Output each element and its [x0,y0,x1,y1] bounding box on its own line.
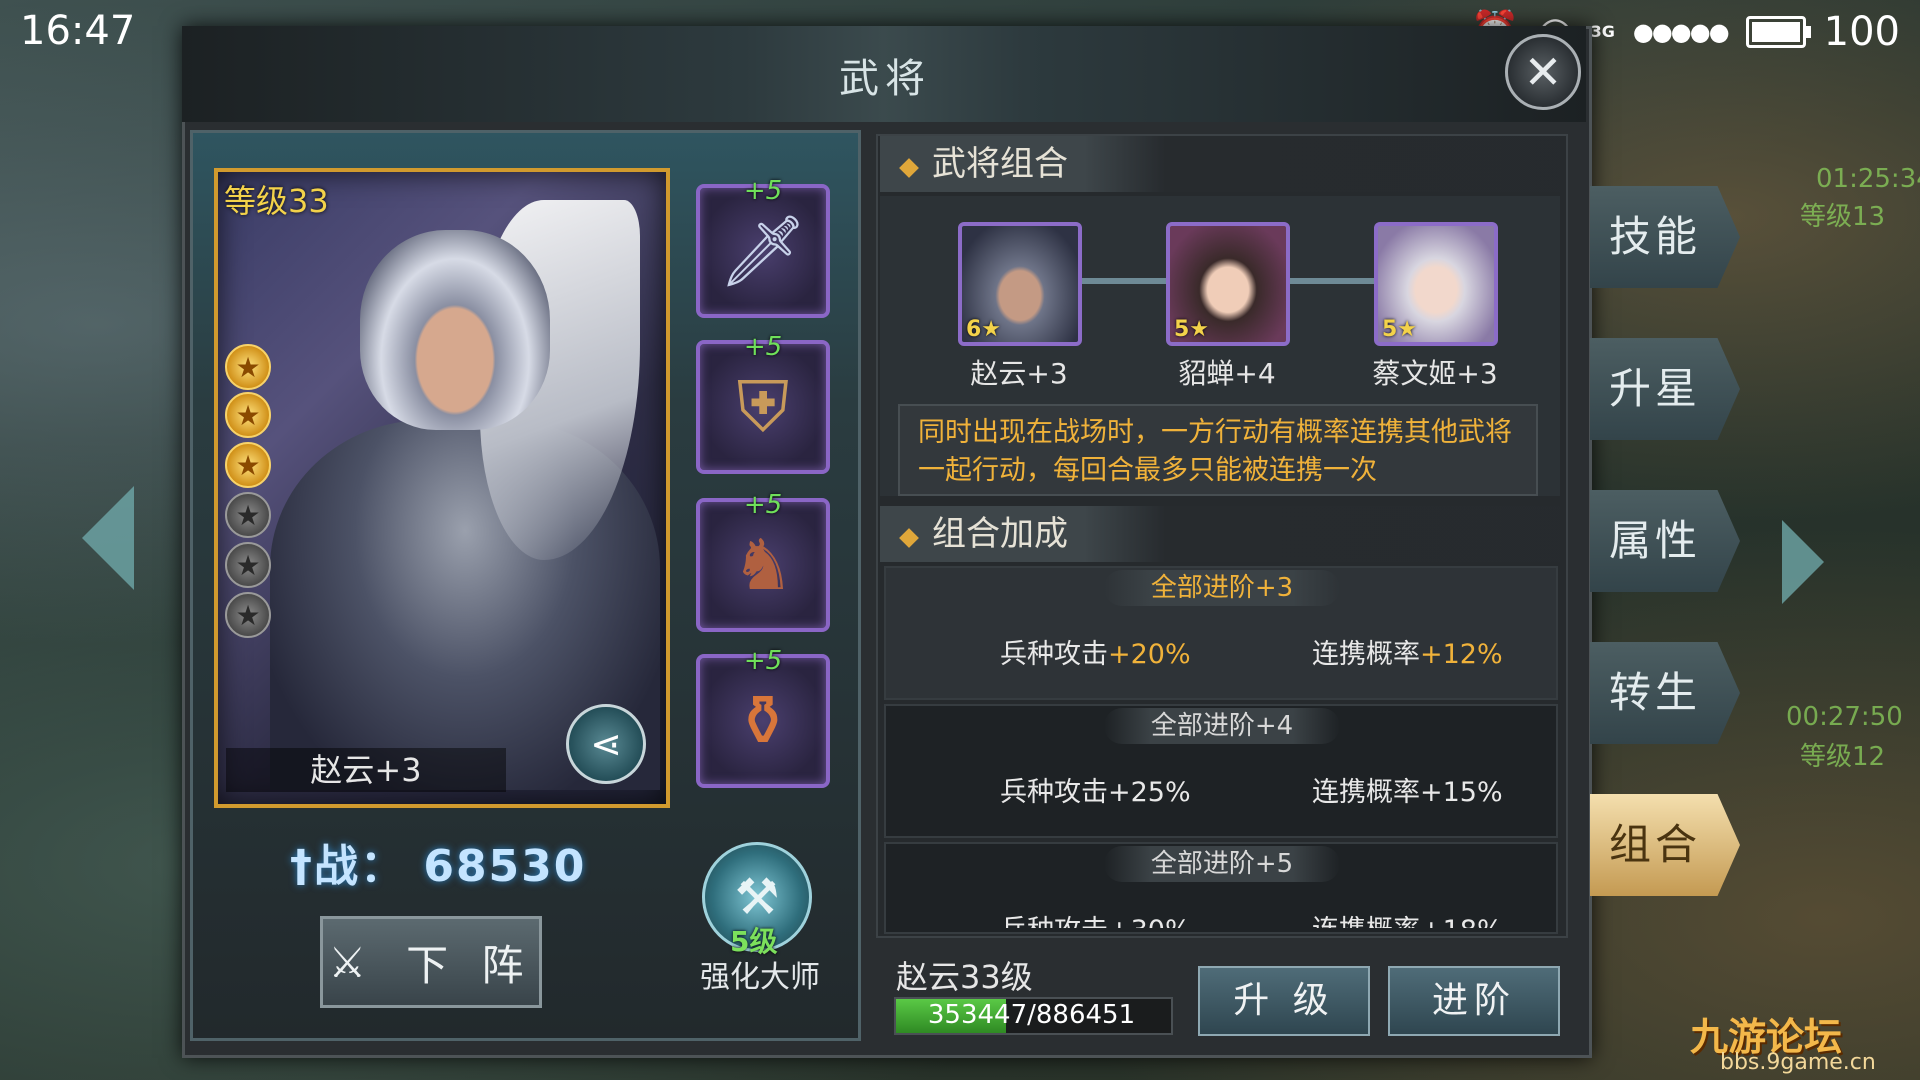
dialog-title: 武将 [839,56,931,102]
bonus-tier-clip: 兵种攻击+30% 连携概率+18% [884,900,1554,928]
bonus-value: +30% [1108,915,1191,928]
power-value: 68530 [423,841,587,892]
member-stars: 6★ [966,317,1002,342]
bonus-label: 连携概率 [1312,777,1420,808]
bonus-value: +12% [1420,639,1503,670]
member-stars: 5★ [1382,317,1418,342]
member-name: 貂蝉+4 [1178,357,1276,390]
network-type: 3G [1590,21,1615,41]
bonus-value: +25% [1108,777,1191,808]
bonus-attack: 兵种攻击+30% [1000,908,1191,928]
bonus-header: 组合加成 [880,506,1560,562]
combo-member-caiwenji[interactable]: 5★ [1374,222,1498,346]
crossed-swords-icon: ⚔ [328,937,377,987]
bonus-chance: 连携概率+12% [1312,632,1503,671]
equip-plus: +5 [743,332,783,362]
hero-helmet-art [360,230,550,430]
combo-header: 武将组合 [880,136,1560,192]
enhance-master-label: 强化大师 [700,960,820,995]
bonus-label: 兵种攻击 [1000,777,1108,808]
bonus-header-label: 组合加成 [932,514,1068,554]
sword-icon: 🗡 [718,209,808,292]
gourd-icon: ⚱ [733,680,793,762]
bonus-chance: 连携概率+18% [1312,908,1503,928]
combo-description: 同时出现在战场时，一方行动有概率连携其他武将一起行动，每回合最多只能被连携一次 [898,404,1538,496]
star-empty-icon: ★ [225,542,271,588]
star-empty-icon: ★ [225,592,271,638]
tier-title: 全部进阶+3 [1104,570,1340,606]
bonus-attack: 兵种攻击+20% [1000,632,1191,671]
prev-hero-arrow[interactable] [82,486,134,590]
combat-power: †战： 68530 [290,830,586,894]
close-icon: ✕ [1523,45,1563,99]
tier-title: 全部进阶+5 [1104,846,1340,882]
bonus-value: +20% [1108,639,1191,670]
tab-attributes[interactable]: 属性 [1590,490,1740,592]
signal-icon: ●●●●● [1632,17,1730,46]
equip-plus: +5 [743,646,783,676]
combo-member-diaochan[interactable]: 5★ [1166,222,1290,346]
map-timer: 00:27:50 [1786,702,1903,732]
horse-icon: ♞ [731,524,795,606]
star-filled-icon: ★ [225,344,271,390]
bonus-attack: 兵种攻击+25% [1000,770,1191,809]
combo-member-zhaoyun[interactable]: 6★ [958,222,1082,346]
tab-star-up[interactable]: 升星 [1590,338,1740,440]
power-label: 战： [314,841,406,892]
member-stars: 5★ [1174,317,1210,342]
map-timer: 01:25:34 [1816,164,1920,194]
hero-name: 赵云+3 [226,748,506,792]
hero-level: 等级33 [224,182,329,220]
diamond-icon [899,158,919,178]
exp-text: 353447/886451 [927,1000,1136,1030]
member-name: 赵云+3 [970,357,1068,390]
battery-level: 100 [1823,8,1900,55]
upgrade-button[interactable]: 升 级 [1198,966,1370,1036]
combo-link-line [1080,278,1168,284]
armor-icon: ⛨ [736,365,790,448]
equip-slot-treasure[interactable]: +5 ⚱ [696,646,830,788]
tab-rebirth[interactable]: 转生 [1590,642,1740,744]
equip-slot-mount[interactable]: +5 ♞ [696,490,830,632]
bonus-chance: 连携概率+15% [1312,770,1503,809]
equip-slot-weapon[interactable]: +5 🗡 [696,176,830,318]
tier-title: 全部进阶+4 [1104,708,1340,744]
watermark-url: bbs.9game.cn [1720,1050,1876,1075]
bonus-label: 连携概率 [1312,639,1420,670]
bonus-value: +18% [1420,915,1503,928]
map-level: 等级12 [1800,742,1886,772]
bonus-label: 兵种攻击 [1000,915,1108,928]
bonus-label: 连携概率 [1312,915,1420,928]
equip-plus: +5 [743,490,783,520]
star-filled-icon: ★ [225,442,271,488]
hammer-icon: ⚒ [734,868,780,926]
bonus-label: 兵种攻击 [1000,639,1108,670]
share-button[interactable]: ⋖ [566,704,646,784]
advance-button[interactable]: 进阶 [1388,966,1560,1036]
diamond-icon [899,528,919,548]
equip-slot-armor[interactable]: +5 ⛨ [696,332,830,474]
deploy-button[interactable]: ⚔ 下 阵 [320,916,542,1008]
exp-label: 赵云33级 [896,958,1033,996]
bonus-value: +15% [1420,777,1503,808]
star-filled-icon: ★ [225,392,271,438]
tab-skills[interactable]: 技能 [1590,186,1740,288]
member-name: 蔡文姬+3 [1372,357,1498,390]
deploy-label: 下 阵 [406,940,534,990]
tab-combo[interactable]: 组合 [1590,794,1740,896]
combo-header-label: 武将组合 [932,144,1068,184]
combo-link-line [1288,278,1376,284]
status-time: 16:47 [20,8,136,54]
star-empty-icon: ★ [225,492,271,538]
share-icon: ⋖ [590,722,622,766]
equip-plus: +5 [743,176,783,206]
next-hero-arrow[interactable] [1782,520,1824,604]
sword-power-icon: † [290,841,314,892]
map-level: 等级13 [1800,202,1886,232]
battery-icon [1745,15,1811,48]
close-button[interactable]: ✕ [1505,34,1581,110]
